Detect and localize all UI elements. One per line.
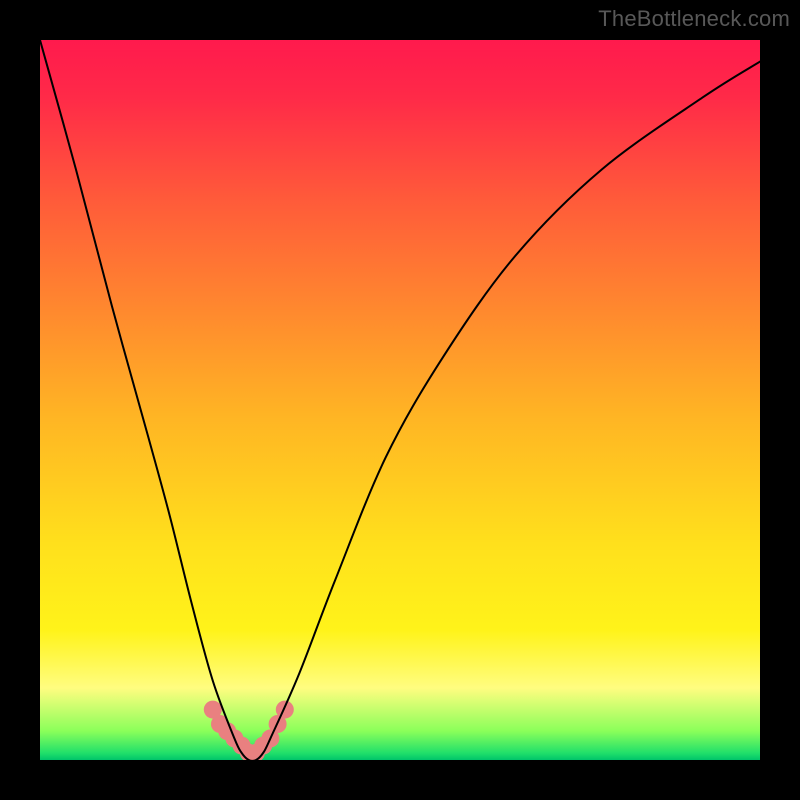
marker-dots-group [204,701,294,760]
plot-area [40,40,760,760]
bottleneck-curve [40,40,760,760]
chart-frame: TheBottleneck.com [0,0,800,800]
watermark-text: TheBottleneck.com [598,6,790,32]
marker-dot [276,701,294,719]
curve-layer [40,40,760,760]
